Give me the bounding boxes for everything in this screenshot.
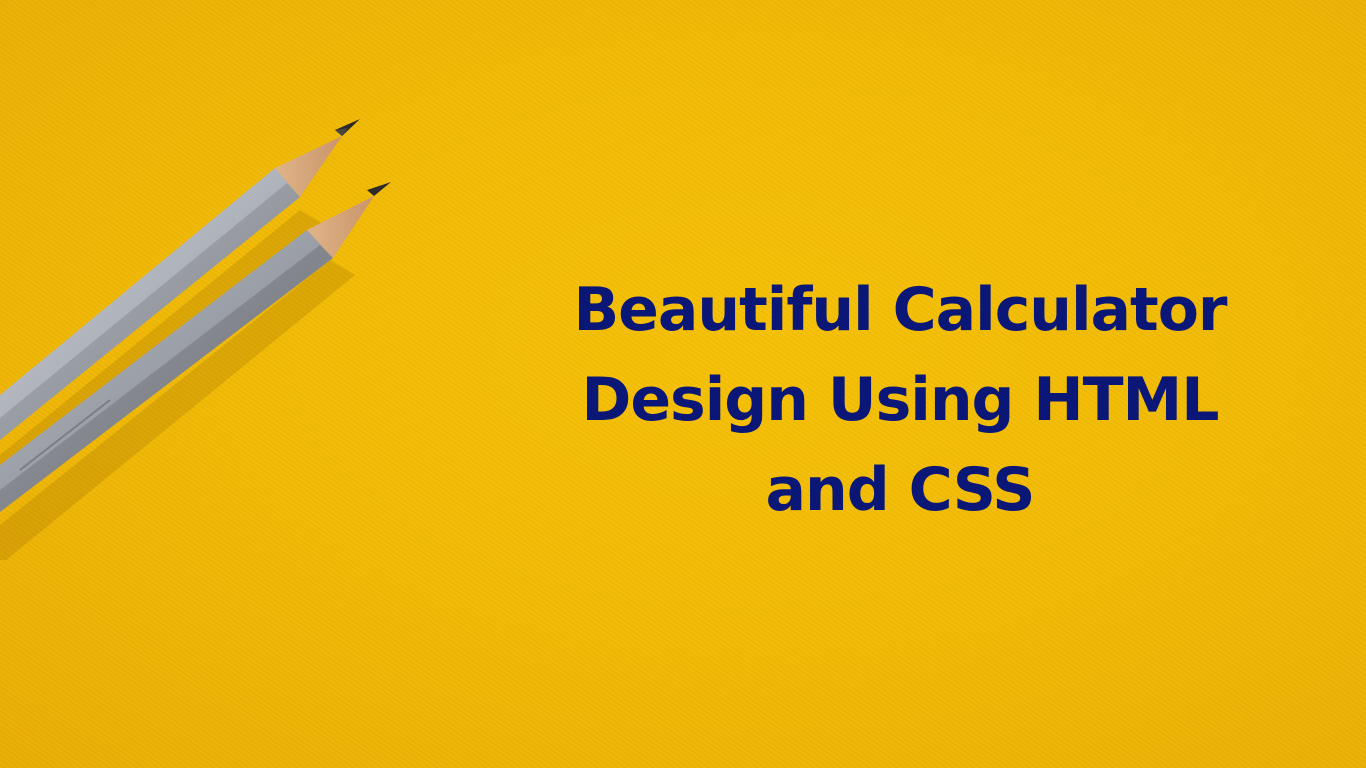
slide-title: Beautiful Calculator Design Using HTML a… [560,265,1240,535]
title-line: Beautiful Calculator [573,275,1227,345]
title-line: and CSS [765,455,1036,525]
title-line: Design Using HTML [581,365,1220,435]
pencil-shadow [0,260,355,560]
pencils-icon [0,119,391,560]
slide: Beautiful Calculator Design Using HTML a… [0,0,1366,768]
